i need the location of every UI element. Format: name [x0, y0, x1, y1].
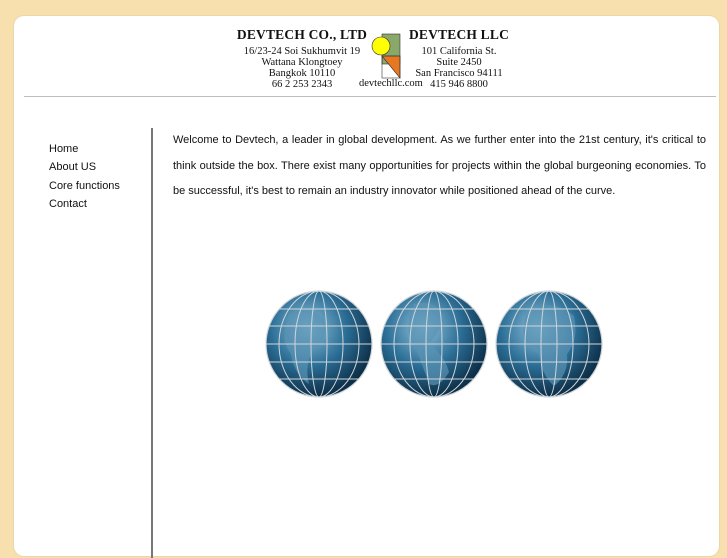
globe-americas-pacific	[265, 290, 373, 398]
right-address-line-2: Suite 2450	[436, 57, 482, 68]
left-company-name: DEVTECH CO., LTD	[236, 27, 368, 42]
globes-image	[265, 290, 603, 398]
header-divider	[24, 96, 716, 97]
left-address-line-3: Bangkok 10110	[268, 68, 336, 79]
sidebar-nav: Home About US Core functions Contact	[49, 140, 120, 213]
left-address-line-2: Wattana Klongtoey	[261, 57, 343, 68]
left-address-line-1: 16/23-24 Soi Sukhumvit 19	[243, 46, 361, 57]
right-address-line-1: 101 California St.	[421, 46, 497, 57]
nav-item-contact[interactable]: Contact	[49, 195, 120, 213]
right-company-name: DEVTECH LLC	[408, 27, 510, 42]
left-company-block: DEVTECH CO., LTD 16/23-24 Soi Sukhumvit …	[232, 27, 372, 90]
nav-item-core-functions[interactable]: Core functions	[49, 177, 120, 195]
page-container: DEVTECH CO., LTD 16/23-24 Soi Sukhumvit …	[14, 16, 719, 558]
welcome-paragraph: Welcome to Devtech, a leader in global d…	[173, 134, 706, 197]
website-url: devtechllc.com	[359, 78, 423, 89]
nav-item-home[interactable]: Home	[49, 140, 120, 158]
sidebar-divider	[151, 128, 153, 558]
globe-africa-europe	[495, 290, 603, 398]
site-header: DEVTECH CO., LTD 16/23-24 Soi Sukhumvit …	[14, 16, 719, 98]
globe-americas	[380, 290, 488, 398]
left-phone: 66 2 253 2343	[271, 79, 333, 90]
nav-item-about-us[interactable]: About US	[49, 158, 120, 176]
